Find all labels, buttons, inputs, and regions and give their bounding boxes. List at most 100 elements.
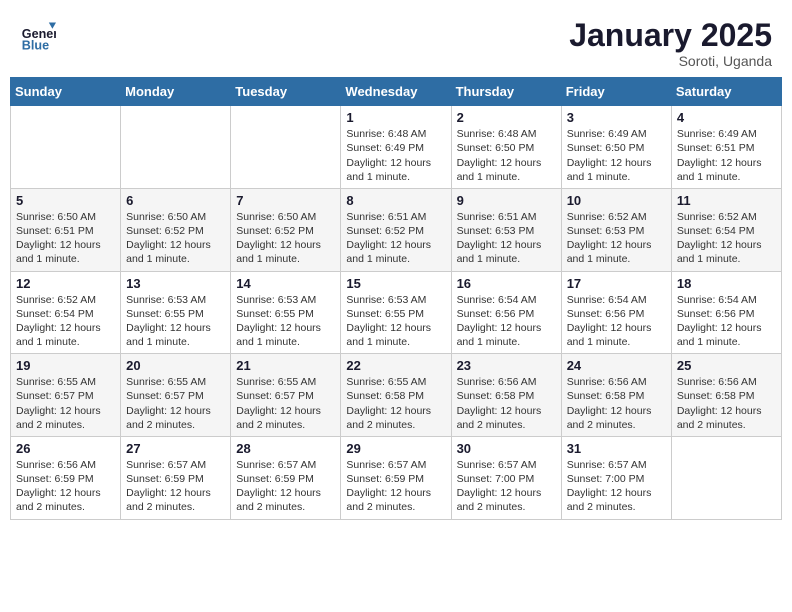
calendar-cell: 24 Sunrise: 6:56 AMSunset: 6:58 PMDayligh…	[561, 354, 671, 437]
calendar-cell: 2 Sunrise: 6:48 AMSunset: 6:50 PMDaylight…	[451, 106, 561, 189]
calendar-cell: 13 Sunrise: 6:53 AMSunset: 6:55 PMDayligh…	[121, 271, 231, 354]
day-info: Sunrise: 6:51 AMSunset: 6:53 PMDaylight:…	[457, 210, 556, 267]
day-number: 16	[457, 276, 556, 291]
day-info: Sunrise: 6:54 AMSunset: 6:56 PMDaylight:…	[457, 293, 556, 350]
day-info: Sunrise: 6:57 AMSunset: 6:59 PMDaylight:…	[236, 458, 335, 515]
calendar-week-row: 26 Sunrise: 6:56 AMSunset: 6:59 PMDayligh…	[11, 436, 782, 519]
calendar-cell: 12 Sunrise: 6:52 AMSunset: 6:54 PMDayligh…	[11, 271, 121, 354]
calendar-cell: 20Sunrise: 6:55 AMSunset: 6:57 PMDayligh…	[121, 354, 231, 437]
day-info: Sunrise: 6:56 AMSunset: 6:58 PMDaylight:…	[567, 375, 666, 432]
logo: General Blue	[20, 18, 56, 54]
day-info: Sunrise: 6:48 AMSunset: 6:49 PMDaylight:…	[346, 127, 445, 184]
day-info: Sunrise: 6:56 AMSunset: 6:59 PMDaylight:…	[16, 458, 115, 515]
day-number: 31	[567, 441, 666, 456]
day-info: Sunrise: 6:57 AMSunset: 7:00 PMDaylight:…	[567, 458, 666, 515]
day-number: 25	[677, 358, 776, 373]
day-number: 29	[346, 441, 445, 456]
day-info: Sunrise: 6:52 AMSunset: 6:54 PMDaylight:…	[677, 210, 776, 267]
day-number: 28	[236, 441, 335, 456]
day-number: 23	[457, 358, 556, 373]
day-info: Sunrise: 6:50 AMSunset: 6:52 PMDaylight:…	[236, 210, 335, 267]
calendar-cell: 3 Sunrise: 6:49 AMSunset: 6:50 PMDaylight…	[561, 106, 671, 189]
calendar-cell: 6Sunrise: 6:50 AMSunset: 6:52 PMDaylight…	[121, 188, 231, 271]
calendar-table: SundayMondayTuesdayWednesdayThursdayFrid…	[10, 77, 782, 519]
weekday-header-friday: Friday	[561, 78, 671, 106]
day-info: Sunrise: 6:57 AMSunset: 7:00 PMDaylight:…	[457, 458, 556, 515]
calendar-cell: 26 Sunrise: 6:56 AMSunset: 6:59 PMDayligh…	[11, 436, 121, 519]
day-number: 1	[346, 110, 445, 125]
day-info: Sunrise: 6:54 AMSunset: 6:56 PMDaylight:…	[567, 293, 666, 350]
weekday-header-thursday: Thursday	[451, 78, 561, 106]
day-info: Sunrise: 6:50 AMSunset: 6:52 PMDaylight:…	[126, 210, 225, 267]
day-number: 24	[567, 358, 666, 373]
day-info: Sunrise: 6:53 AMSunset: 6:55 PMDaylight:…	[236, 293, 335, 350]
day-info: Sunrise: 6:57 AMSunset: 6:59 PMDaylight:…	[346, 458, 445, 515]
day-number: 14	[236, 276, 335, 291]
day-number: 18	[677, 276, 776, 291]
weekday-header-saturday: Saturday	[671, 78, 781, 106]
day-number: 5	[16, 193, 115, 208]
calendar-cell: 11 Sunrise: 6:52 AMSunset: 6:54 PMDayligh…	[671, 188, 781, 271]
calendar-cell: 5 Sunrise: 6:50 AMSunset: 6:51 PMDaylight…	[11, 188, 121, 271]
day-info: Sunrise: 6:52 AMSunset: 6:54 PMDaylight:…	[16, 293, 115, 350]
calendar-cell: 9 Sunrise: 6:51 AMSunset: 6:53 PMDaylight…	[451, 188, 561, 271]
day-info: Sunrise: 6:52 AMSunset: 6:53 PMDaylight:…	[567, 210, 666, 267]
calendar-cell: 22 Sunrise: 6:55 AMSunset: 6:58 PMDayligh…	[341, 354, 451, 437]
logo-icon: General Blue	[20, 18, 56, 54]
day-number: 11	[677, 193, 776, 208]
day-info: Sunrise: 6:49 AMSunset: 6:50 PMDaylight:…	[567, 127, 666, 184]
day-number: 8	[346, 193, 445, 208]
day-info: Sunrise: 6:53 AMSunset: 6:55 PMDaylight:…	[126, 293, 225, 350]
day-number: 26	[16, 441, 115, 456]
calendar-cell: 18 Sunrise: 6:54 AMSunset: 6:56 PMDayligh…	[671, 271, 781, 354]
weekday-header-sunday: Sunday	[11, 78, 121, 106]
title-block: January 2025 Soroti, Uganda	[569, 18, 772, 69]
day-info: Sunrise: 6:56 AMSunset: 6:58 PMDaylight:…	[457, 375, 556, 432]
day-number: 3	[567, 110, 666, 125]
day-number: 13	[126, 276, 225, 291]
calendar-cell: 30 Sunrise: 6:57 AMSunset: 7:00 PMDayligh…	[451, 436, 561, 519]
calendar-week-row: 19Sunrise: 6:55 AMSunset: 6:57 PMDayligh…	[11, 354, 782, 437]
svg-text:Blue: Blue	[22, 39, 49, 53]
weekday-header-monday: Monday	[121, 78, 231, 106]
calendar-cell: 7 Sunrise: 6:50 AMSunset: 6:52 PMDaylight…	[231, 188, 341, 271]
day-number: 22	[346, 358, 445, 373]
day-info: Sunrise: 6:55 AMSunset: 6:57 PMDaylight:…	[236, 375, 335, 432]
day-number: 27	[126, 441, 225, 456]
day-number: 9	[457, 193, 556, 208]
calendar-week-row: 12 Sunrise: 6:52 AMSunset: 6:54 PMDayligh…	[11, 271, 782, 354]
calendar-cell: 19Sunrise: 6:55 AMSunset: 6:57 PMDayligh…	[11, 354, 121, 437]
day-number: 30	[457, 441, 556, 456]
day-number: 12	[16, 276, 115, 291]
calendar-cell: 28 Sunrise: 6:57 AMSunset: 6:59 PMDayligh…	[231, 436, 341, 519]
day-info: Sunrise: 6:55 AMSunset: 6:58 PMDaylight:…	[346, 375, 445, 432]
day-info: Sunrise: 6:53 AMSunset: 6:55 PMDaylight:…	[346, 293, 445, 350]
day-info: Sunrise: 6:57 AMSunset: 6:59 PMDaylight:…	[126, 458, 225, 515]
calendar-week-row: 5 Sunrise: 6:50 AMSunset: 6:51 PMDaylight…	[11, 188, 782, 271]
calendar-cell: 21 Sunrise: 6:55 AMSunset: 6:57 PMDayligh…	[231, 354, 341, 437]
calendar-cell: 8 Sunrise: 6:51 AMSunset: 6:52 PMDaylight…	[341, 188, 451, 271]
calendar-cell: 31 Sunrise: 6:57 AMSunset: 7:00 PMDayligh…	[561, 436, 671, 519]
day-info: Sunrise: 6:51 AMSunset: 6:52 PMDaylight:…	[346, 210, 445, 267]
weekday-header-wednesday: Wednesday	[341, 78, 451, 106]
calendar-cell: 23 Sunrise: 6:56 AMSunset: 6:58 PMDayligh…	[451, 354, 561, 437]
day-number: 17	[567, 276, 666, 291]
day-info: Sunrise: 6:50 AMSunset: 6:51 PMDaylight:…	[16, 210, 115, 267]
calendar-cell: 27 Sunrise: 6:57 AMSunset: 6:59 PMDayligh…	[121, 436, 231, 519]
calendar-cell: 14 Sunrise: 6:53 AMSunset: 6:55 PMDayligh…	[231, 271, 341, 354]
calendar-cell: 1 Sunrise: 6:48 AMSunset: 6:49 PMDaylight…	[341, 106, 451, 189]
calendar-cell: 10 Sunrise: 6:52 AMSunset: 6:53 PMDayligh…	[561, 188, 671, 271]
day-number: 10	[567, 193, 666, 208]
day-info: Sunrise: 6:54 AMSunset: 6:56 PMDaylight:…	[677, 293, 776, 350]
day-number: 7	[236, 193, 335, 208]
calendar-cell: 25Sunrise: 6:56 AMSunset: 6:58 PMDayligh…	[671, 354, 781, 437]
day-number: 21	[236, 358, 335, 373]
day-number: 15	[346, 276, 445, 291]
calendar-week-row: 1 Sunrise: 6:48 AMSunset: 6:49 PMDaylight…	[11, 106, 782, 189]
calendar-cell: 16 Sunrise: 6:54 AMSunset: 6:56 PMDayligh…	[451, 271, 561, 354]
day-number: 2	[457, 110, 556, 125]
day-info: Sunrise: 6:48 AMSunset: 6:50 PMDaylight:…	[457, 127, 556, 184]
page-header: General Blue January 2025 Soroti, Uganda	[10, 10, 782, 73]
weekday-header-tuesday: Tuesday	[231, 78, 341, 106]
calendar-cell	[671, 436, 781, 519]
